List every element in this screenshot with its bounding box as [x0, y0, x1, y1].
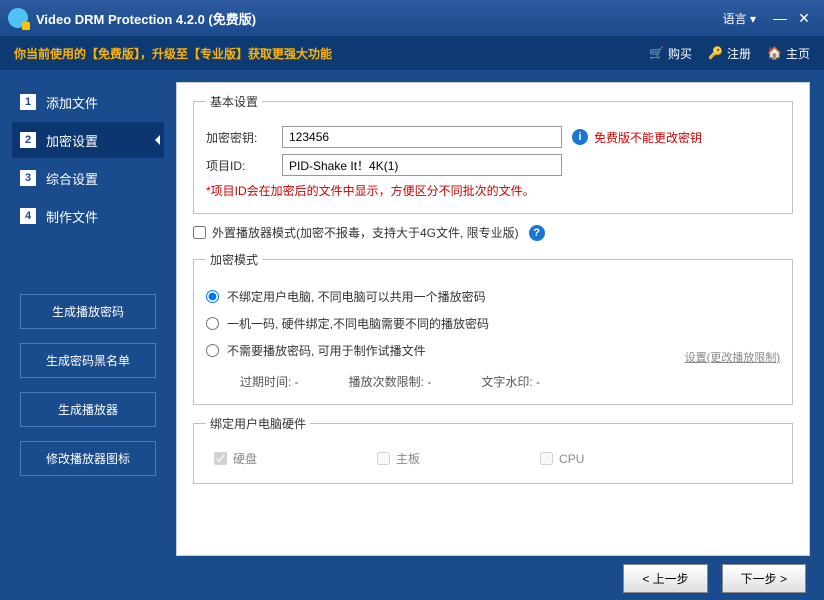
prev-button[interactable]: < 上一步: [623, 564, 707, 593]
encrypt-key-label: 加密密钥:: [206, 129, 282, 146]
step-general-settings[interactable]: 3综合设置: [12, 160, 164, 196]
gen-play-password-button[interactable]: 生成播放密码: [20, 294, 156, 329]
app-icon: [8, 8, 28, 28]
external-player-checkbox[interactable]: [193, 226, 206, 239]
close-button[interactable]: ✕: [792, 10, 816, 27]
mode-label-shared: 不绑定用户电脑, 不同电脑可以共用一个播放密码: [227, 288, 486, 305]
external-player-label: 外置播放器模式(加密不报毒，支持大于4G文件, 限专业版): [212, 224, 519, 241]
project-id-label: 项目ID:: [206, 157, 282, 174]
key-warning: 免费版不能更改密钥: [594, 129, 702, 146]
basic-settings-group: 基本设置 加密密钥: i 免费版不能更改密钥 项目ID: *项目ID会在加密后的…: [193, 93, 793, 214]
register-link[interactable]: 🔑注册: [708, 45, 751, 62]
mode-radio-nopass[interactable]: [206, 344, 219, 357]
sidebar: 1添加文件 2加密设置 3综合设置 4制作文件 生成播放密码 生成密码黑名单 生…: [0, 70, 176, 556]
info-icon[interactable]: ?: [529, 225, 545, 241]
main-panel: 基本设置 加密密钥: i 免费版不能更改密钥 项目ID: *项目ID会在加密后的…: [176, 82, 810, 556]
cart-icon: 🛒: [649, 46, 664, 60]
key-icon: 🔑: [708, 46, 723, 60]
title-bar: Video DRM Protection 4.2.0 (免费版) 语言 ▾ — …: [0, 0, 824, 36]
gen-player-button[interactable]: 生成播放器: [20, 392, 156, 427]
info-icon[interactable]: i: [572, 129, 588, 145]
buy-link[interactable]: 🛒购买: [649, 45, 692, 62]
footer: < 上一步 下一步 >: [0, 556, 824, 600]
home-link[interactable]: 🏠主页: [767, 45, 810, 62]
hdd-label: 硬盘: [233, 450, 257, 467]
mode-radio-shared[interactable]: [206, 290, 219, 303]
cpu-label: CPU: [559, 452, 584, 466]
hardware-bind-legend: 绑定用户电脑硬件: [206, 415, 310, 432]
app-title: Video DRM Protection 4.2.0 (免费版): [36, 9, 723, 28]
expire-time: 过期时间: -: [240, 373, 299, 390]
upgrade-notice: 你当前使用的【免费版】，升级至【专业版】获取更强大功能: [14, 45, 633, 62]
mode-label-hwbind: 一机一码, 硬件绑定,不同电脑需要不同的播放密码: [227, 315, 489, 332]
cpu-checkbox: [540, 452, 553, 465]
encrypt-mode-legend: 加密模式: [206, 251, 262, 268]
notice-bar: 你当前使用的【免费版】，升级至【专业版】获取更强大功能 🛒购买 🔑注册 🏠主页: [0, 36, 824, 70]
mode-label-nopass: 不需要播放密码, 可用于制作试播文件: [227, 342, 426, 359]
project-id-input[interactable]: [282, 154, 562, 176]
step-add-files[interactable]: 1添加文件: [12, 84, 164, 120]
language-dropdown[interactable]: 语言 ▾: [723, 10, 756, 27]
play-count-limit: 播放次数限制: -: [349, 373, 432, 390]
gen-blacklist-button[interactable]: 生成密码黑名单: [20, 343, 156, 378]
home-icon: 🏠: [767, 46, 782, 60]
modify-player-icon-button[interactable]: 修改播放器图标: [20, 441, 156, 476]
step-build-files[interactable]: 4制作文件: [12, 198, 164, 234]
hdd-checkbox: [214, 452, 227, 465]
text-watermark: 文字水印: -: [481, 373, 540, 390]
encrypt-key-input[interactable]: [282, 126, 562, 148]
next-button[interactable]: 下一步 >: [722, 564, 806, 593]
mainboard-label: 主板: [396, 450, 420, 467]
mainboard-checkbox: [377, 452, 390, 465]
hardware-bind-group: 绑定用户电脑硬件 硬盘 主板 CPU: [193, 415, 793, 484]
minimize-button[interactable]: —: [768, 10, 792, 26]
project-id-hint: *项目ID会在加密后的文件中显示，方便区分不同批次的文件。: [206, 182, 780, 199]
mode-radio-hwbind[interactable]: [206, 317, 219, 330]
encrypt-mode-group: 加密模式 不绑定用户电脑, 不同电脑可以共用一个播放密码 一机一码, 硬件绑定,…: [193, 251, 793, 405]
step-encrypt-settings[interactable]: 2加密设置: [12, 122, 164, 158]
basic-settings-legend: 基本设置: [206, 93, 262, 110]
